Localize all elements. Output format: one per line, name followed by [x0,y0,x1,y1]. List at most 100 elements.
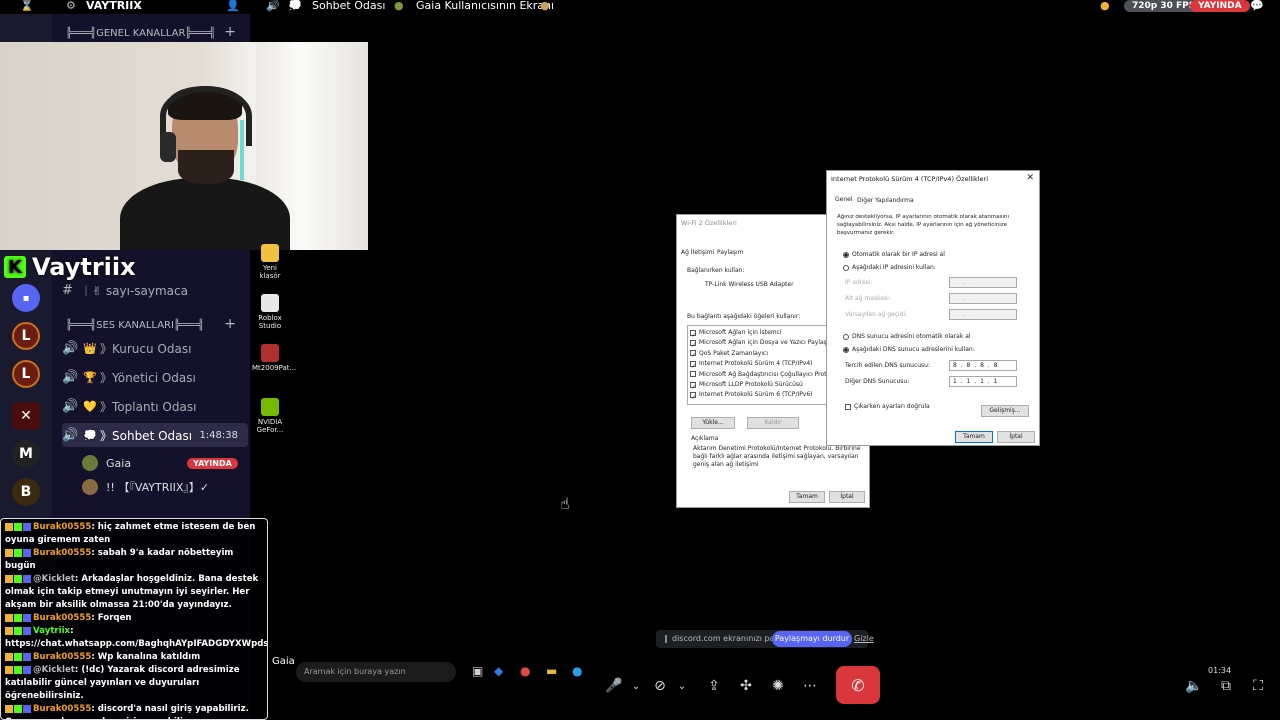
voice-channel-kurucu[interactable]: 🔊 👑 》Kurucu Odası [62,336,248,360]
close-icon[interactable]: ✕ [1026,173,1034,183]
voice-channel-sohbet[interactable]: 🔊 💭 》Sohbet Odası 1:48:38 [62,423,248,447]
copilot-icon[interactable]: ◆ [494,664,503,678]
server-icon-4[interactable]: M [12,440,40,468]
add-member-icon[interactable]: 👤 [226,0,240,14]
items-label: Bu bağlantı aşağıdaki öğeleri kullanır: [687,313,801,320]
disconnect-button[interactable]: ✆ [836,666,880,704]
component-item[interactable]: ✓ Microsoft LLDP Protokolü Sürücüsü [690,380,843,391]
user-badges-icon [5,626,31,635]
taskbar-search[interactable]: Aramak için buraya yazın [296,662,456,682]
warning-icon[interactable]: ● [1100,0,1110,14]
gateway-label: Varsayılan ağ geçidi: [845,311,908,318]
camera-options-chevron-icon[interactable]: ⌄ [668,668,696,704]
task-view-icon[interactable]: ▣ [472,664,483,678]
stop-sharing-button[interactable]: Paylaşmayı durdur [772,631,852,647]
gateway-input[interactable]: . . . [949,309,1017,320]
adapter-name: TP-Link Wireless USB Adapter [705,281,794,288]
auto-ip-radio[interactable]: Otomatik olarak bir IP adresi al [843,251,945,258]
desktop-icon-roblox[interactable]: Roblox Studio [252,294,288,330]
channel-label: ︱✌ sayı-saymaca [80,283,188,298]
manual-ip-radio[interactable]: Aşağıdaki IP adresini kullan: [843,264,936,271]
voice-category[interactable]: ╠═══╣SES KANALLARI╠═══╣ [66,320,204,331]
more-options-icon[interactable]: ⋯ [796,668,824,704]
volume-icon[interactable]: 🔈 [1180,668,1208,704]
component-item[interactable]: ✓ Microsoft Ağları için Dosya ve Yazıcı P… [690,338,843,349]
thought-bubble-icon: 💭 [83,428,97,442]
add-channel-icon[interactable]: + [224,24,236,40]
component-item[interactable]: ✓ Internet Protokolü Sürüm 4 (TCP/IPv4) [690,359,843,370]
description-title: Açıklama [691,435,719,442]
voice-user-gaia[interactable]: Gaia YAYINDA [82,452,238,474]
channel-label: 》Kurucu Odası [100,341,192,356]
alternate-dns-input[interactable]: 1 . 1 . 1 . 1 [949,376,1017,387]
alternate-dns-label: Diğer DNS Sunucusu: [845,378,910,385]
kick-logo-icon: K [4,256,26,278]
edge-icon[interactable]: ● [572,664,582,678]
tab-sharing[interactable]: Paylaşım [717,249,744,256]
component-item[interactable]: ✓ Microsoft Ağları için İstemci [690,328,843,339]
activities-icon[interactable]: ✣ [732,668,760,704]
ip-input[interactable]: . . . [949,277,1017,288]
mouse-cursor-icon: ☝ [560,494,570,513]
nvidia-icon [261,398,279,416]
voice-channel-title: Sohbet Odası [312,0,386,12]
validate-checkbox[interactable]: Çıkarken ayarları doğrula [845,403,930,410]
folder-icon[interactable]: ▪ [12,284,40,312]
screen-title: Gaia Kullanıcısının Ekranı [416,0,555,12]
ok-button[interactable]: Tamam [955,431,993,443]
hide-button[interactable]: Gizle [854,630,874,648]
cancel-button[interactable]: İptal [829,491,865,503]
server-icon-3[interactable]: ✕ [12,402,40,430]
voice-channel-yonetici[interactable]: 🔊 🏆 》Yönetici Odası [62,365,248,389]
explorer-icon[interactable]: ▬ [546,664,557,678]
brand-name: Vaytriix [32,253,136,281]
chevron-down-icon[interactable]: ⌄ [134,0,143,14]
voice-user-vaytriix[interactable]: !! 【『VAYTRIIX』】✓ [82,476,209,498]
desktop-icon-label: Yeni klasör [259,264,281,280]
ip-label: IP adresi: [845,279,873,286]
manual-dns-radio[interactable]: Aşağıdaki DNS sunucu adreslerini kullan: [843,346,975,353]
tab-alternate-config[interactable]: Diğer Yapılandırma [857,197,914,204]
add-voice-channel-icon[interactable]: + [224,316,236,332]
chat-message: Burak00555: hiç zahmet etme istesem de b… [5,522,256,545]
user-badges-icon [5,704,31,713]
chrome-icon[interactable]: ● [520,664,530,678]
chat-message: Burak00555: sabah 9'a kadar nöbetteyim b… [5,548,234,571]
chat-icon[interactable]: 💬 [1250,0,1264,14]
avatar [82,479,98,495]
chat-message: @Kicklet: (!dc) Yazarak discord adresimi… [5,665,240,701]
ok-button[interactable]: Tamam [789,491,825,503]
crown-icon: 👑 [83,341,97,355]
mask-input[interactable]: . . . [949,293,1017,304]
taskbar-gaia-label: Gaia [272,656,295,667]
desktop-icon-folder[interactable]: Yeni klasör [252,244,288,280]
fullscreen-icon[interactable]: ⛶ [1244,668,1272,704]
server-icon-2[interactable]: L [12,360,40,388]
desktop-icon-metin[interactable]: Mt2009Pat... [252,344,296,372]
auto-dns-radio[interactable]: DNS sunucu adresini otomatik olarak al [843,333,971,340]
hash-icon: # [62,282,73,298]
desktop-icon-nvidia[interactable]: NVIDIA GeFor... [252,398,288,434]
trophy-icon: 🏆 [83,370,97,384]
soundboard-icon[interactable]: ✺ [764,668,792,704]
install-button[interactable]: Yükle... [691,417,735,429]
remove-button[interactable]: Kaldır [747,417,799,429]
chat-message: @Kicklet: Arkadaşlar hoşgeldiniz. Bana d… [5,574,259,610]
tab-general[interactable]: Genel [835,196,853,203]
tab-network[interactable]: Ağ İletişimi [681,249,714,256]
preferred-dns-input[interactable]: 8 . 8 . 8 . 8 [949,360,1017,371]
server-icon-5[interactable]: B [12,478,40,506]
advanced-button[interactable]: Gelişmiş... [981,405,1029,417]
cancel-button[interactable]: İptal [997,431,1035,443]
server-icon-1[interactable]: L [12,322,40,350]
stream-chat-overlay: Burak00555: hiç zahmet etme istesem de b… [0,518,268,720]
popout-icon[interactable]: ⧉ [1212,668,1240,704]
hourglass-icon[interactable]: ⌛ [20,0,34,14]
component-item[interactable]: ✓ Internet Protokolü Sürüm 6 (TCP/IPv6) [690,390,843,401]
component-item[interactable]: ✓ QoS Paket Zamanlayıcı [690,349,843,359]
text-category[interactable]: ╠═══╣GENEL KANALLAR╠═══╣ [66,28,216,39]
component-item[interactable]: Microsoft Ağ Bağdaştırıcısı Çoğullayıcı … [690,370,843,380]
desktop-icon-label: NVIDIA GeFor... [256,418,284,434]
screen-share-icon[interactable]: ⇪ [700,668,728,704]
voice-channel-toplanti[interactable]: 🔊 💛 》Toplantı Odası [62,394,248,418]
